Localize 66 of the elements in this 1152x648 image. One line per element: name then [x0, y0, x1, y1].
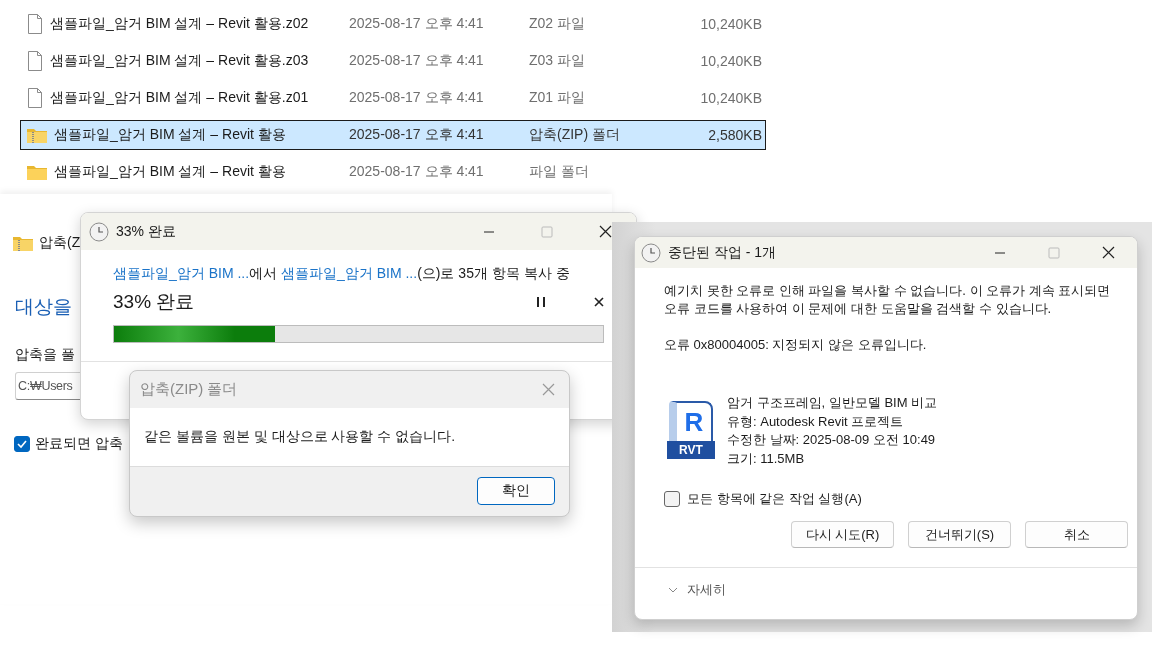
checkbox-label: 모든 항목에 같은 작업 실행(A) — [687, 490, 862, 508]
file-row[interactable]: 샘플파일_암거 BIM 설계 – Revit 활용 2025-08-17 오후 4:41 압축(ZIP) 폴더 2,580KB — [20, 120, 766, 150]
modified-date: 2025-08-17 오후 4:41 — [349, 15, 485, 33]
file-size: 10,240KB — [699, 16, 762, 32]
file-row[interactable]: 샘플파일_암거 BIM 설계 – Revit 활용.z01 2025-08-17 오후 4:41 Z01 파일 10,240KB — [20, 83, 766, 113]
maximize-icon — [541, 225, 553, 238]
copy-text: (으)로 35개 항목 복사 중 — [417, 265, 570, 281]
pause-icon[interactable] — [536, 297, 546, 307]
file-size: 2,580KB — [707, 127, 762, 143]
source-link[interactable]: 샘플파일_암거 BIM ... — [113, 265, 250, 281]
dialog-button[interactable]: 건너뛰기(S) — [908, 521, 1011, 548]
file-name: 암거 구조프레임, 일반모델 BIM 비교 — [727, 394, 938, 412]
progress-status: 33% 완료 — [113, 290, 196, 314]
document-icon — [27, 51, 43, 71]
chevron-icon[interactable] — [668, 587, 678, 593]
field-label: 압축을 풀 — [15, 346, 75, 364]
ok-button[interactable]: 확인 — [477, 477, 555, 505]
dialog-button[interactable]: 취소 — [1025, 521, 1128, 548]
cancel-icon[interactable] — [594, 297, 604, 307]
file-name: 샘플파일_암거 BIM 설계 – Revit 활용.z02 — [50, 15, 309, 33]
checkbox-label: 완료되면 압축 — [35, 435, 123, 453]
maximize-icon — [1048, 246, 1060, 259]
dialog-message: 같은 볼륨을 원본 및 대상으로 사용할 수 없습니다. — [130, 408, 569, 467]
document-icon — [27, 14, 43, 34]
folder-icon — [27, 164, 47, 180]
file-type: 유형: Autodesk Revit 프로젝트 — [727, 412, 905, 431]
file-size: 10,240KB — [699, 90, 762, 106]
location-label: 압축(Z — [39, 234, 81, 252]
file-row[interactable]: 샘플파일_암거 BIM 설계 – Revit 활용.z02 2025-08-17 오후 4:41 Z02 파일 10,240KB — [20, 9, 766, 39]
file-name: 샘플파일_암거 BIM 설계 – Revit 활용 — [54, 163, 286, 181]
modified-date: 2025-08-17 오후 4:41 — [349, 52, 485, 70]
zip-folder-icon — [13, 235, 33, 251]
zip-folder-icon — [27, 127, 47, 143]
file-type: 압축(ZIP) 폴더 — [529, 126, 621, 144]
copy-text: 에서 — [249, 265, 278, 281]
modified-date: 2025-08-17 오후 4:41 — [349, 126, 485, 144]
error-code: 오류 0x80004005: 지정되지 않은 오류입니다. — [664, 336, 928, 354]
close-icon[interactable] — [599, 225, 612, 238]
clock-icon — [89, 221, 109, 242]
document-icon — [27, 88, 43, 108]
checkbox[interactable] — [664, 491, 680, 507]
modified-date: 2025-08-17 오후 4:41 — [349, 163, 485, 181]
details-toggle[interactable]: 자세히 — [687, 581, 726, 599]
file-row[interactable]: 샘플파일_암거 BIM 설계 – Revit 활용.z03 2025-08-17 오후 4:41 Z03 파일 10,240KB — [20, 46, 766, 76]
file-size: 크기: 11.5MB — [727, 449, 806, 468]
close-icon[interactable] — [1102, 246, 1115, 259]
wizard-heading: 대상을 — [15, 295, 72, 319]
dialog-button[interactable]: 다시 시도(R) — [791, 521, 894, 548]
modified-date: 2025-08-17 오후 4:41 — [349, 89, 485, 107]
clock-icon — [641, 242, 661, 263]
checkbox[interactable] — [14, 436, 30, 452]
window-title: 33% 완료 — [116, 222, 177, 241]
file-name: 샘플파일_암거 BIM 설계 – Revit 활용.z03 — [50, 52, 309, 70]
file-type: 파일 폴더 — [529, 163, 590, 181]
file-row[interactable]: 샘플파일_암거 BIM 설계 – Revit 활용 2025-08-17 오후 4:41 파일 폴더 — [20, 157, 766, 187]
window-title: 중단된 작업 - 1개 — [668, 243, 778, 262]
modified-date: 수정한 날짜: 2025-08-09 오전 10:49 — [727, 431, 937, 449]
file-name: 샘플파일_암거 BIM 설계 – Revit 활용 — [54, 126, 286, 144]
destination-link[interactable]: 샘플파일_암거 BIM ... — [281, 265, 418, 281]
file-name: 샘플파일_암거 BIM 설계 – Revit 활용.z01 — [50, 89, 309, 107]
file-type: Z01 파일 — [529, 89, 586, 107]
error-message: 예기치 못한 오류로 인해 파일을 복사할 수 없습니다. 이 오류가 계속 표시되면 오류 코드를 사용하여 이 문제에 대한 도움말을 검색할 수 있습니다. — [664, 282, 1112, 318]
file-type: Z03 파일 — [529, 52, 586, 70]
file-size: 10,240KB — [699, 53, 762, 69]
dialog-title: 압축(ZIP) 폴더 — [140, 380, 239, 399]
file-type: Z02 파일 — [529, 15, 586, 33]
